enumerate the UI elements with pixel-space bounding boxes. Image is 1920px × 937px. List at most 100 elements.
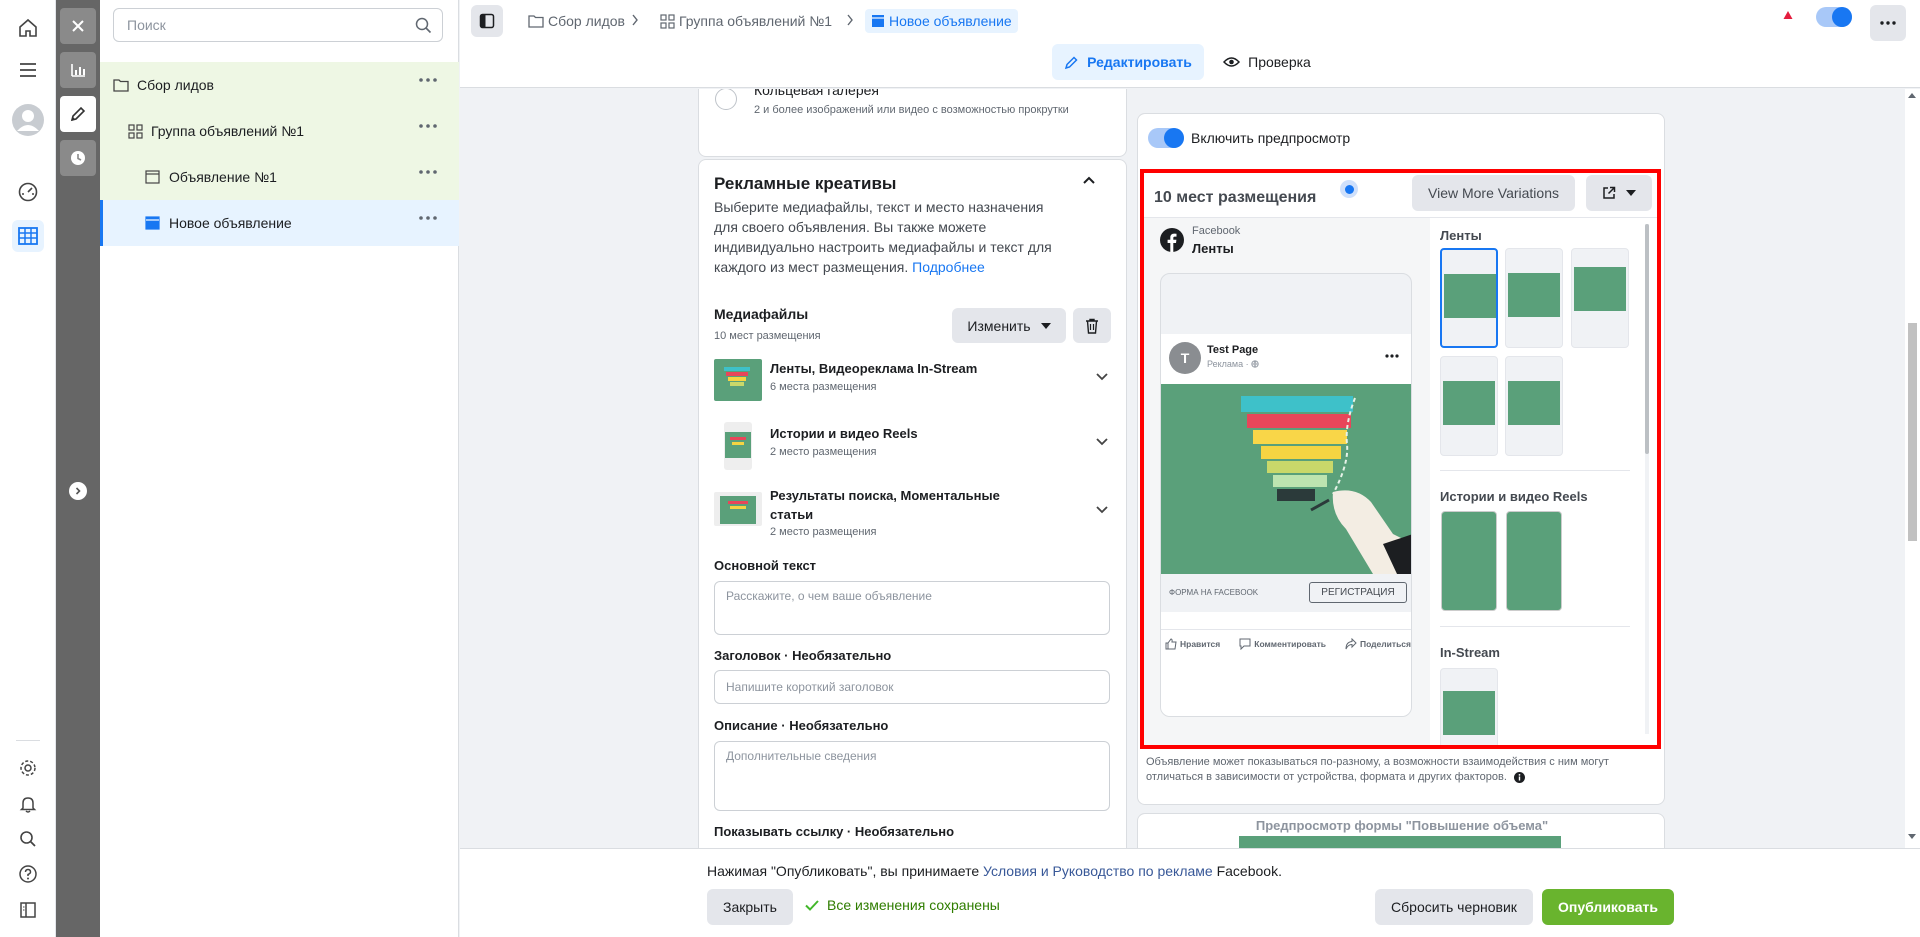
- chevron-up-icon[interactable]: [1083, 176, 1095, 184]
- more-options-icon[interactable]: [1870, 5, 1906, 41]
- thumb-feed-2[interactable]: [1505, 248, 1563, 348]
- like-button[interactable]: Нравится: [1165, 638, 1220, 650]
- description-text: Выберите медиафайлы, текст и место назна…: [714, 199, 1052, 275]
- thumb-feed-4[interactable]: [1440, 356, 1498, 456]
- chevron-down-icon[interactable]: [1096, 506, 1108, 514]
- clock-icon[interactable]: [60, 140, 96, 176]
- reset-draft-button[interactable]: Сбросить черновик: [1375, 889, 1533, 925]
- delete-media-button[interactable]: [1073, 308, 1111, 343]
- tree-item-new-ad[interactable]: Новое объявление: [100, 200, 459, 246]
- form-label: ФОРМА НА FACEBOOK: [1169, 588, 1259, 597]
- home-icon[interactable]: [12, 12, 44, 44]
- thumb-story-1[interactable]: [1441, 511, 1497, 611]
- search-input[interactable]: [114, 9, 404, 41]
- panel-toggle-icon[interactable]: [471, 5, 503, 37]
- gear-icon[interactable]: [12, 752, 44, 784]
- enable-preview-label: Включить предпросмотр: [1191, 130, 1351, 146]
- scrollbar-thumb[interactable]: [1908, 323, 1917, 541]
- help-icon[interactable]: [12, 858, 44, 890]
- breadcrumb-label: Сбор лидов: [548, 13, 625, 29]
- headline-input[interactable]: [714, 670, 1110, 704]
- tab-edit[interactable]: Редактировать: [1052, 44, 1204, 80]
- note-text: Объявление может показываться по-разному…: [1146, 756, 1609, 783]
- media-count: 10 мест размещения: [714, 330, 821, 342]
- creative-thumbnail: [714, 492, 762, 526]
- enable-preview-toggle[interactable]: [1148, 128, 1184, 148]
- nav-rail: [0, 0, 56, 937]
- close-button[interactable]: Закрыть: [707, 889, 793, 925]
- tree-item-campaign[interactable]: Сбор лидов: [100, 62, 459, 108]
- breadcrumb-campaign[interactable]: Сбор лидов: [528, 9, 625, 33]
- tree-item-adset[interactable]: Группа объявлений №1: [100, 108, 459, 154]
- thumb-feed-5[interactable]: [1505, 356, 1563, 456]
- view-more-variations-button[interactable]: View More Variations: [1412, 175, 1575, 211]
- footer-bar: Нажимая "Опубликовать", вы принимаете Ус…: [460, 848, 1920, 937]
- learn-more-link[interactable]: Подробнее: [912, 259, 985, 275]
- menu-icon[interactable]: [12, 54, 44, 86]
- more-options-icon[interactable]: [419, 124, 437, 128]
- cta-button[interactable]: РЕГИСТРАЦИЯ: [1309, 582, 1407, 603]
- expand-chevron-icon[interactable]: [69, 482, 87, 500]
- table-icon[interactable]: [12, 220, 44, 252]
- scroll-up-icon[interactable]: [1908, 92, 1916, 98]
- publish-button[interactable]: Опубликовать: [1542, 889, 1674, 925]
- change-media-button[interactable]: Изменить: [952, 308, 1066, 343]
- chevron-down-icon[interactable]: [1096, 373, 1108, 381]
- search-icon[interactable]: [12, 823, 44, 855]
- bell-icon[interactable]: [12, 788, 44, 820]
- placement-group-stories[interactable]: Истории и видео Reels 2 место размещения: [714, 420, 1114, 480]
- scroll-down-icon[interactable]: [1908, 834, 1916, 840]
- search-box: [113, 8, 443, 42]
- speedometer-icon[interactable]: [12, 176, 44, 208]
- section-title: Рекламные креативы: [714, 174, 897, 193]
- breadcrumb-ad[interactable]: Новое объявление: [865, 9, 1018, 33]
- placements-preview-box: 10 мест размещения View More Variations …: [1140, 169, 1661, 749]
- thumb-feed-3[interactable]: [1571, 248, 1629, 348]
- sidebar-toggle-icon[interactable]: [12, 894, 44, 926]
- tab-review[interactable]: Проверка: [1212, 44, 1322, 80]
- more-options-icon[interactable]: [419, 216, 437, 220]
- more-options-icon[interactable]: [419, 170, 437, 174]
- close-icon[interactable]: [60, 8, 96, 44]
- share-button[interactable]: Поделиться: [1345, 638, 1411, 650]
- search-icon[interactable]: [415, 17, 432, 34]
- ad-icon: [871, 14, 885, 28]
- breadcrumb-adset[interactable]: Группа объявлений №1: [660, 9, 832, 33]
- radio-carousel[interactable]: [715, 89, 737, 110]
- description-input[interactable]: [714, 741, 1110, 811]
- form-preview-card: Предпросмотр формы "Повышение объема": [1137, 813, 1665, 848]
- tree-item-ad-1[interactable]: Объявление №1: [100, 154, 459, 200]
- terms-link[interactable]: Условия и Руководство по рекламе: [983, 863, 1213, 879]
- chart-icon[interactable]: [60, 52, 96, 88]
- info-icon[interactable]: [1513, 771, 1525, 783]
- more-options-icon[interactable]: [419, 78, 437, 82]
- ad-icon: [145, 170, 160, 184]
- form-preview-title: Предпросмотр формы "Повышение объема": [1255, 818, 1549, 833]
- divider: [16, 740, 40, 741]
- checkmark-icon: [805, 899, 819, 911]
- open-external-button[interactable]: [1586, 175, 1652, 211]
- avatar[interactable]: [10, 102, 46, 138]
- pencil-icon: [1064, 55, 1079, 70]
- placement-group-search[interactable]: Результаты поиска, Моментальные статьи 2…: [714, 486, 1114, 546]
- scrollbar[interactable]: [1645, 224, 1649, 734]
- more-options-icon[interactable]: [1385, 354, 1399, 358]
- thumb-instream-1[interactable]: [1440, 668, 1498, 745]
- preview-mode-toggle[interactable]: [1816, 7, 1852, 27]
- page-scrollbar[interactable]: [1905, 89, 1920, 848]
- comment-button[interactable]: Комментировать: [1239, 638, 1326, 650]
- chevron-down-icon[interactable]: [1096, 438, 1108, 446]
- placement-group-feeds[interactable]: Ленты, Видеореклама In-Stream 6 места ра…: [714, 355, 1114, 411]
- display-link-label: Показывать ссылку · Необязательно: [714, 824, 955, 839]
- sponsored-text: Реклама ·: [1207, 359, 1249, 369]
- top-bar: Сбор лидов Группа объявлений №1 Новое об…: [460, 0, 1920, 88]
- pencil-icon[interactable]: [60, 96, 96, 132]
- warning-icon[interactable]: [1783, 10, 1793, 20]
- primary-text-input[interactable]: [714, 581, 1110, 635]
- section-stories: Истории и видео Reels: [1440, 489, 1588, 504]
- breadcrumb-label: Новое объявление: [889, 13, 1012, 29]
- group-count: 6 места размещения: [770, 381, 877, 393]
- reaction-bar: Нравится Комментировать Поделиться: [1165, 638, 1411, 650]
- thumb-story-2[interactable]: [1506, 511, 1562, 611]
- thumb-feed-1[interactable]: [1440, 248, 1498, 348]
